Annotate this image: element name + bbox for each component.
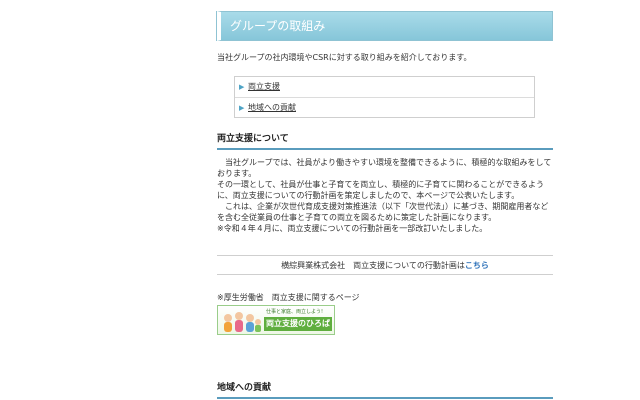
paragraph: 当社グループでは、社員がより働きやすい環境を整備できるように、積極的な取組みをし…: [217, 158, 552, 178]
triangle-right-icon: ▶: [239, 83, 245, 91]
banner-title: 両立支援のひろば: [264, 317, 332, 331]
ryoritsu-shien-banner[interactable]: 仕事と家庭、両立しよう! 両立支援のひろば: [217, 305, 335, 335]
toc-link-community[interactable]: 地域への貢献: [248, 102, 296, 113]
paragraph: これは、企業が次世代育成支援対策推進法（以下「次世代法」）に基づき、期間雇用者な…: [217, 202, 549, 222]
support-body: 当社グループでは、社員がより働きやすい環境を整備できるように、積極的な取組みをし…: [217, 157, 553, 234]
section-heading-community: 地域への貢献: [217, 381, 553, 399]
toc-item-support: ▶ 両立支援: [235, 77, 534, 97]
action-plan-notice: 横綜興業株式会社 両立支援についての行動計画はこちら: [217, 255, 553, 275]
mhlw-label: ※厚生労働省 両立支援に関するページ: [217, 293, 360, 302]
page-title-bar: グループの取組み: [217, 11, 553, 41]
action-plan-link[interactable]: こちら: [465, 261, 489, 270]
table-of-contents: ▶ 両立支援 ▶ 地域への貢献: [234, 76, 535, 118]
toc-link-support[interactable]: 両立支援: [248, 81, 280, 92]
paragraph: その一環として、社員が仕事と子育てを両立し、積極的に子育てに関わることができるよ…: [217, 180, 545, 200]
toc-item-community: ▶ 地域への貢献: [235, 97, 534, 117]
page-title: グループの取組み: [230, 19, 326, 33]
paragraph: ※令和４年４月に、両立支援についての行動計画を一部改訂いたしました。: [217, 224, 488, 233]
notice-text: 横綜興業株式会社 両立支援についての行動計画は: [281, 261, 465, 270]
intro-text: 当社グループの社内環境やCSRに対する取り組みを紹介しております。: [217, 53, 472, 62]
people-illustration-icon: [224, 312, 261, 332]
banner-tagline: 仕事と家庭、両立しよう!: [266, 309, 324, 315]
section-heading-support: 両立支援について: [217, 132, 553, 150]
triangle-right-icon: ▶: [239, 104, 245, 112]
